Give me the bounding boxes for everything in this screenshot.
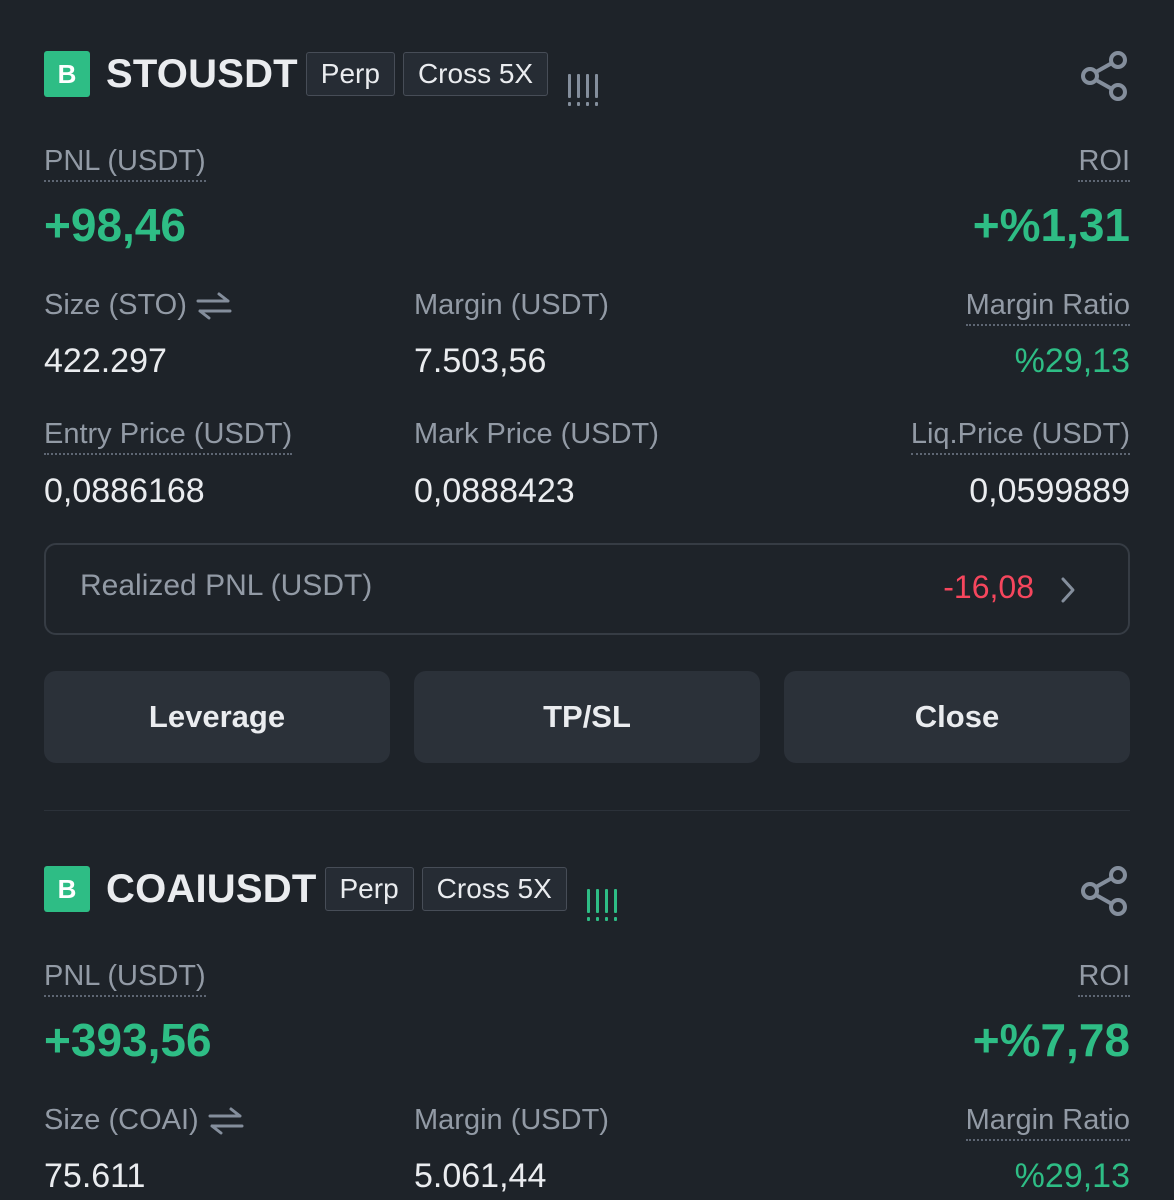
liq-price-label[interactable]: Liq.Price (USDT) <box>910 418 1130 455</box>
size-label[interactable]: Size (COAI) <box>44 1104 245 1137</box>
mark-price-value: 0,0888423 <box>414 472 575 510</box>
realized-pnl-label: Realized PNL (USDT) <box>80 569 373 602</box>
binance-badge: B <box>44 866 90 912</box>
size-label[interactable]: Size (STO) <box>44 289 233 322</box>
swap-arrows-icon[interactable] <box>195 291 233 321</box>
leverage-button[interactable]: Leverage <box>44 671 390 763</box>
swap-arrows-icon[interactable] <box>207 1106 245 1136</box>
share-icon[interactable] <box>1078 865 1130 917</box>
realized-pnl-value: -16,08 <box>943 569 1034 605</box>
pnl-value: +393,56 <box>44 1014 212 1066</box>
liq-price-value: 0,0599889 <box>969 472 1130 510</box>
symbol-name[interactable]: STOUSDT <box>106 52 298 97</box>
margin-mode-tag[interactable]: Cross 5X <box>421 867 567 911</box>
roi-label[interactable]: ROI <box>1078 960 1130 997</box>
symbol-name[interactable]: COAIUSDT <box>106 867 317 912</box>
entry-price-label[interactable]: Entry Price (USDT) <box>44 418 293 455</box>
adl-indicator-icon <box>586 869 617 921</box>
margin-ratio-label[interactable]: Margin Ratio <box>965 289 1130 326</box>
margin-label: Margin (USDT) <box>414 289 609 321</box>
roi-label[interactable]: ROI <box>1078 145 1130 182</box>
position-header: B COAIUSDT Perp Cross 5X <box>44 865 617 921</box>
size-value: 422.297 <box>44 342 167 380</box>
margin-ratio-value: %29,13 <box>1014 342 1130 380</box>
section-divider <box>44 810 1130 811</box>
realized-pnl-row[interactable]: Realized PNL (USDT) -16,08 <box>44 543 1130 635</box>
perp-tag: Perp <box>305 52 395 96</box>
position-header: B STOUSDT Perp Cross 5X <box>44 50 599 106</box>
entry-price-value: 0,0886168 <box>44 472 205 510</box>
margin-ratio-value: %29,13 <box>1014 1157 1130 1195</box>
chevron-right-icon <box>1061 577 1075 603</box>
binance-badge: B <box>44 51 90 97</box>
close-button[interactable]: Close <box>784 671 1130 763</box>
adl-indicator-icon <box>568 54 599 106</box>
pnl-label[interactable]: PNL (USDT) <box>44 145 206 182</box>
margin-mode-tag[interactable]: Cross 5X <box>402 52 549 96</box>
size-label-text: Size (STO) <box>44 289 187 321</box>
perp-tag: Perp <box>324 867 414 911</box>
size-label-text: Size (COAI) <box>44 1104 199 1136</box>
share-icon[interactable] <box>1078 50 1130 102</box>
mark-price-label: Mark Price (USDT) <box>414 418 659 450</box>
pnl-value: +98,46 <box>44 199 186 251</box>
margin-value: 7.503,56 <box>414 342 547 380</box>
margin-ratio-label[interactable]: Margin Ratio <box>965 1104 1130 1141</box>
margin-value: 5.061,44 <box>414 1157 547 1195</box>
size-value: 75.611 <box>44 1157 146 1195</box>
roi-value: +%7,78 <box>972 1014 1130 1066</box>
tpsl-button[interactable]: TP/SL <box>414 671 760 763</box>
roi-value: +%1,31 <box>972 199 1130 251</box>
margin-label: Margin (USDT) <box>414 1104 609 1136</box>
pnl-label[interactable]: PNL (USDT) <box>44 960 206 997</box>
